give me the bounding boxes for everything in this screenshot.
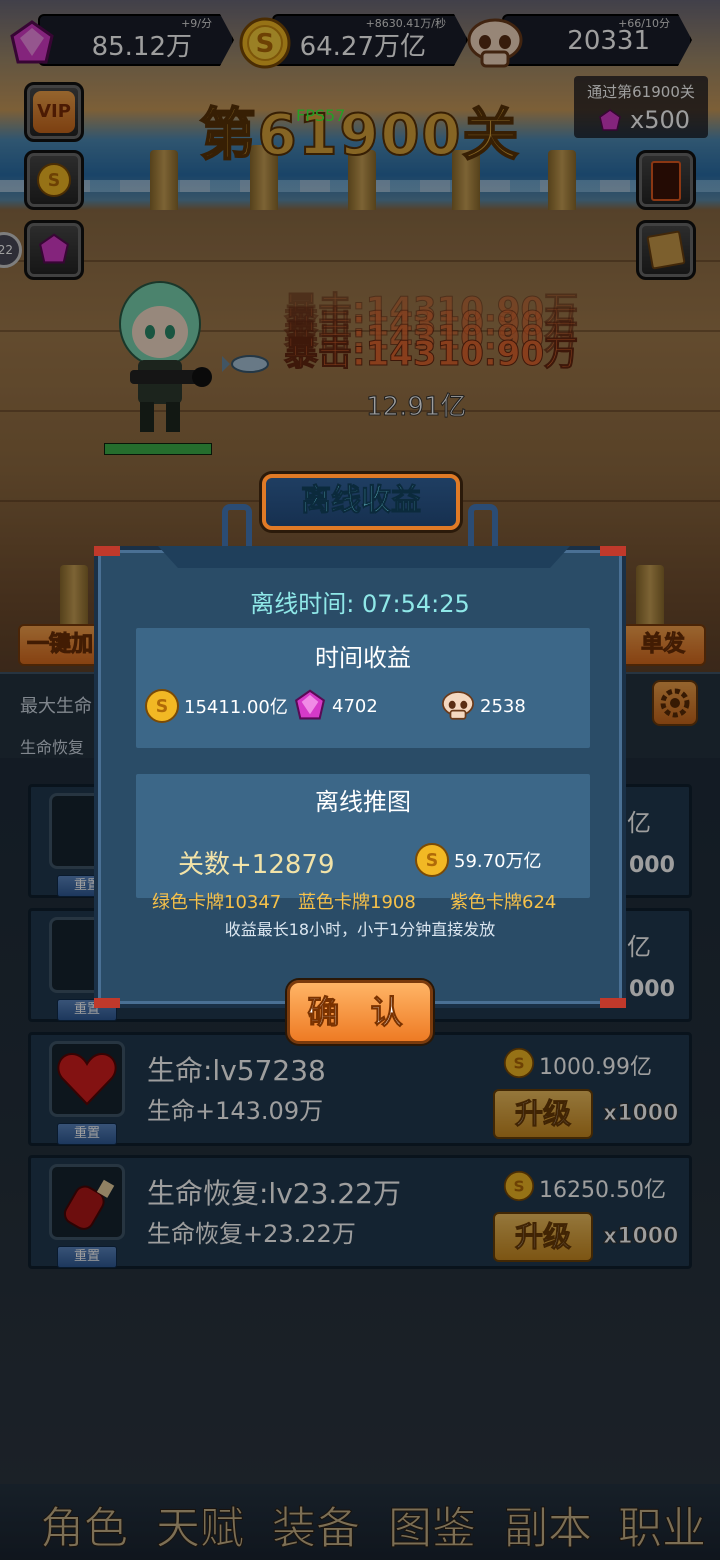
income-note: 收益最长18小时，小于1分钟直接发放 [224,920,496,939]
time-income-gem: 4702 [292,688,378,724]
coin-icon: S [415,843,449,877]
push-gold: S 59.70万亿 [414,842,542,878]
time-income-box: 时间收益 S 15411.00亿 4702 2538 [136,628,590,748]
time-income-gold: S 15411.00亿 [144,688,288,724]
purple-cards: 紫色卡牌624 [450,892,557,913]
green-cards: 绿色卡牌10347 [152,892,282,913]
offline-push-box: 离线推图 关数+12879 S 59.70万亿 绿色卡牌10347 蓝色卡牌19… [136,774,590,913]
skull-icon [442,691,474,720]
coin-icon: S [145,689,179,723]
blue-cards: 蓝色卡牌1908 [298,892,416,913]
offline-push-title: 离线推图 [315,788,411,816]
confirm-button[interactable]: 确 认 [287,980,433,1044]
gem-icon [294,689,326,720]
levels-gained: 关数+12879 [178,850,335,880]
dialog-title: 离线收益 [262,474,460,530]
svg-text:S: S [156,697,168,717]
svg-text:S: S [426,851,438,871]
time-income-title: 时间收益 [315,644,411,672]
offline-income-dialog: 离线时间: 07:54:25 时间收益 S 15411.00亿 4702 253… [94,546,626,1008]
time-income-skull: 2538 [440,688,526,724]
offline-time: 离线时间: 07:54:25 [250,590,470,618]
